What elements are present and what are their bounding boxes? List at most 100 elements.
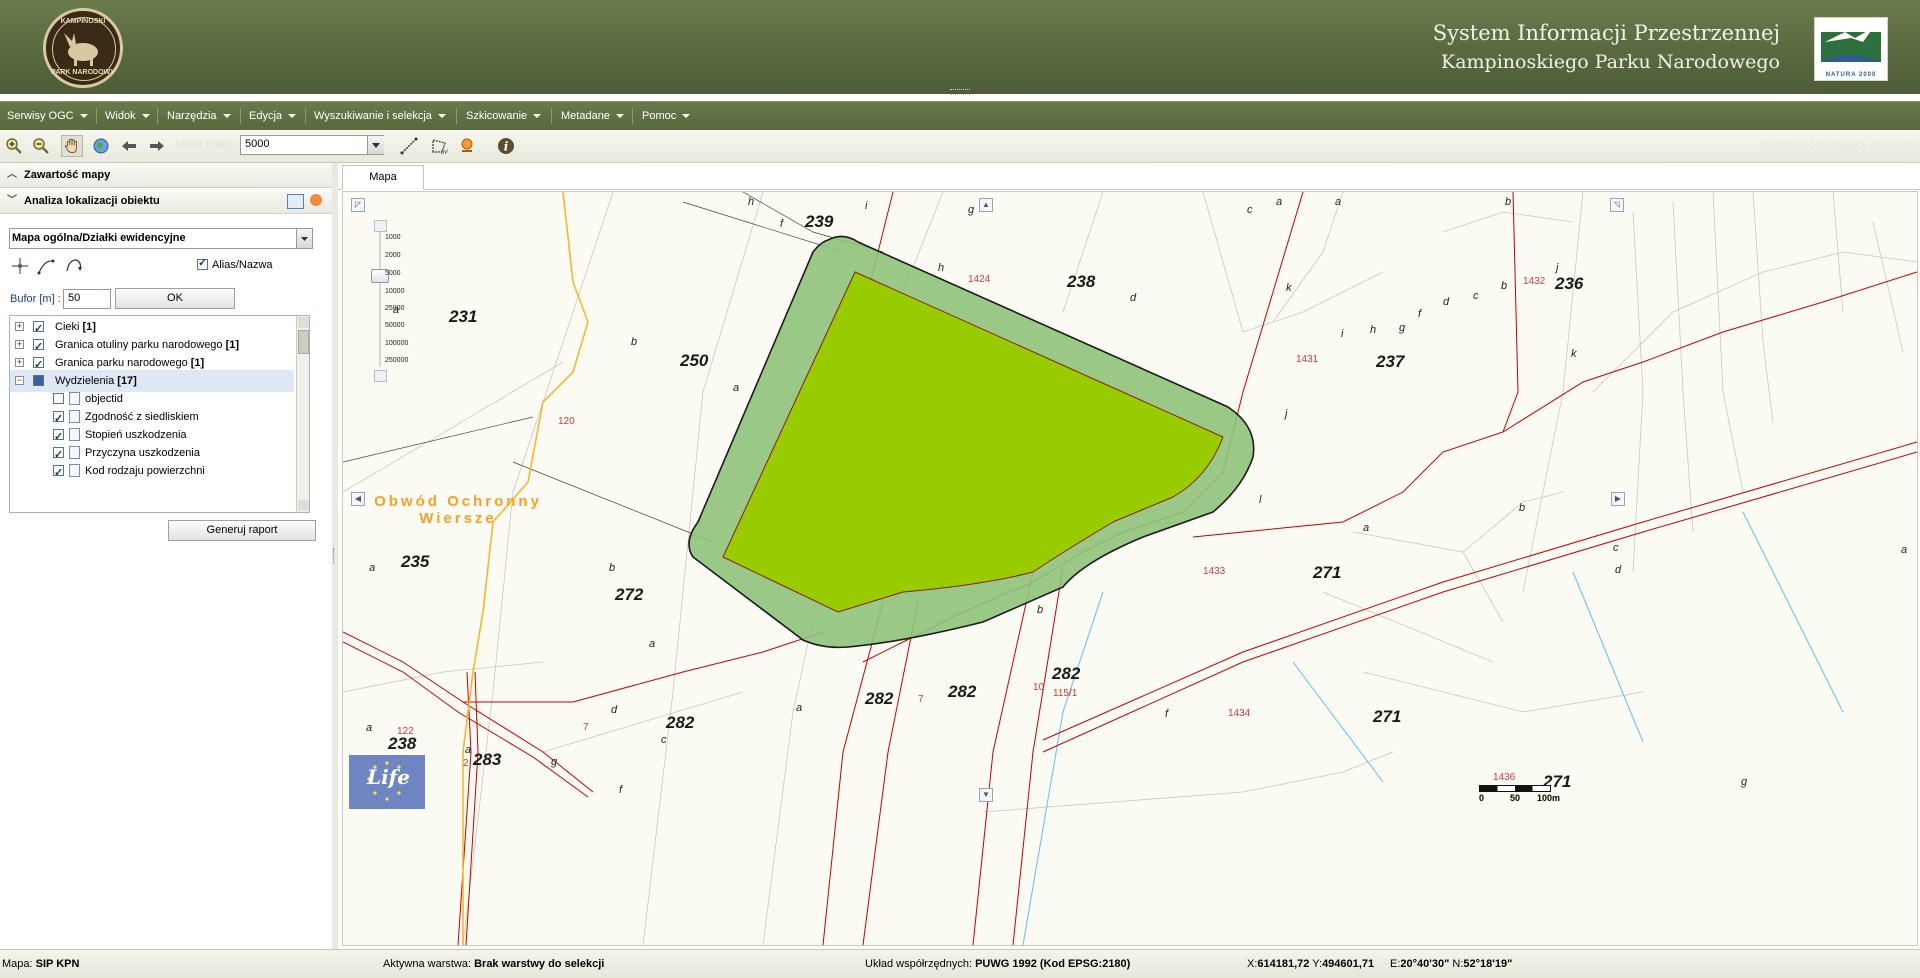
chevron-down-icon (222, 114, 231, 119)
layer-checkbox[interactable] (33, 336, 44, 358)
subdivision-letter: a (1335, 196, 1342, 208)
map-canvas[interactable]: 239 238 236 231 250 237 235 272 271 282 … (342, 191, 1918, 946)
subdivision-letter: d (611, 704, 618, 716)
scroll-thumb[interactable] (298, 330, 309, 354)
pan-northeast-icon[interactable]: ◹ (1610, 198, 1624, 212)
chevron-down-icon[interactable] (367, 136, 384, 154)
select-point-tool-icon[interactable] (10, 256, 30, 276)
header-collapse-handle[interactable] (950, 89, 970, 95)
forward-arrow-icon[interactable] (148, 137, 166, 155)
subdivision-letter: a (465, 744, 472, 756)
pan-north-icon[interactable]: ▲ (979, 198, 993, 212)
measure-length-icon[interactable] (400, 137, 418, 155)
generate-report-button[interactable]: Generuj raport (168, 520, 316, 541)
zoom-slider-up-icon[interactable] (374, 220, 387, 232)
pan-south-icon[interactable]: ▼ (979, 788, 993, 802)
zoom-out-icon[interactable] (32, 137, 50, 155)
pan-west-icon[interactable]: ◀ (351, 492, 365, 506)
plot-number: 271 (1373, 707, 1402, 726)
subdivision-letter: d (1615, 564, 1622, 576)
menu-narzedzia[interactable]: Narzędzia (167, 102, 231, 130)
info-icon[interactable]: i (497, 137, 515, 155)
expand-icon[interactable]: + (15, 322, 24, 331)
subdivision-letter: c (661, 734, 667, 746)
menu-pomoc[interactable]: Pomoc (642, 102, 691, 130)
chevron-down-icon: ﹀ (7, 195, 17, 206)
location-analysis-panel-header[interactable]: ﹀ Analiza lokalizacji obiektu (0, 189, 332, 214)
zoom-scale-label[interactable]: 5000 (385, 270, 401, 277)
select-polygon-tool-icon[interactable] (64, 256, 84, 276)
menu-widok[interactable]: Widok (105, 102, 150, 130)
zoom-scale-label[interactable]: 250000 (385, 357, 408, 364)
select-line-tool-icon[interactable] (36, 256, 56, 276)
tree-scrollbar[interactable] (296, 316, 309, 512)
layer-checkbox[interactable] (33, 354, 44, 376)
field-checkbox[interactable] (53, 462, 64, 484)
parcel-number: 2 (463, 758, 469, 769)
tree-field-kod-rodzaju[interactable]: Kod rodzaju powierzchni (10, 460, 294, 484)
map-content-panel-header[interactable]: ︿ Zawartość mapy (0, 163, 332, 188)
field-document-icon (69, 428, 80, 441)
field-checkbox[interactable] (53, 393, 64, 404)
expand-icon[interactable]: + (15, 340, 24, 349)
alias-checkbox[interactable] (197, 256, 208, 270)
alias-label: Alias/Nazwa (212, 259, 273, 271)
field-document-icon (69, 446, 80, 459)
pan-east-icon[interactable]: ▶ (1611, 492, 1625, 506)
zoom-scale-label[interactable]: 100000 (385, 340, 408, 347)
subdivision-letter: b (1037, 604, 1044, 616)
zoom-slider-down-icon[interactable] (374, 370, 387, 382)
menu-metadane[interactable]: Metadane (561, 102, 624, 130)
status-geographic-coordinates: E:20°40'30" N:52°18'19" (1390, 958, 1513, 970)
zoom-slider-track[interactable] (379, 232, 381, 367)
layer-checkbox-partial[interactable] (33, 375, 44, 386)
scale-bar-label: 50 (1510, 793, 1521, 803)
close-icon[interactable] (310, 194, 322, 206)
protection-district-label: Obwód Ochronny Wiersze (374, 493, 542, 527)
menu-szkicowanie[interactable]: Szkicowanie (466, 102, 542, 130)
window-icon[interactable] (287, 194, 304, 209)
zoom-scale-label[interactable]: 2000 (385, 252, 401, 259)
plot-number: 237 (1376, 352, 1405, 371)
back-arrow-icon[interactable] (120, 137, 138, 155)
collapse-icon[interactable]: − (15, 376, 24, 385)
scroll-up-icon[interactable] (298, 317, 309, 328)
layer-checkbox[interactable] (33, 318, 44, 340)
pan-northwest-icon[interactable]: ◸ (351, 198, 365, 212)
scroll-down-icon[interactable] (298, 500, 309, 511)
tab-mapa[interactable]: Mapa (342, 165, 424, 190)
pan-hand-icon[interactable] (61, 135, 83, 157)
full-extent-globe-icon[interactable] (92, 137, 110, 155)
zoom-scale-label[interactable]: 50000 (385, 322, 404, 329)
menu-wyszukiwanie[interactable]: Wyszukiwanie i selekcja (314, 102, 446, 130)
field-checkbox[interactable] (53, 408, 64, 430)
measure-area-icon[interactable]: m² (430, 137, 448, 155)
ok-button[interactable]: OK (115, 288, 235, 309)
field-checkbox[interactable] (53, 444, 64, 466)
field-checkbox[interactable] (53, 426, 64, 448)
subdivision-letter: h (1370, 324, 1377, 336)
menu-serwisy-ogc[interactable]: Serwisy OGC (7, 102, 88, 130)
chevron-up-icon: ︿ (7, 169, 17, 180)
layer-select[interactable]: Mapa ogólna/Działki ewidencyjne (9, 228, 313, 249)
login-status-link[interactable]: Jesteś niezalogowany (Zaloguj) (1760, 140, 1914, 152)
scale-select[interactable]: 5000 (240, 135, 384, 155)
menu-edycja[interactable]: Edycja (249, 102, 297, 130)
zoom-scale-label[interactable]: 25000 (385, 305, 404, 312)
zoom-scale-label[interactable]: 1000 (385, 234, 401, 241)
zoom-in-icon[interactable] (5, 137, 23, 155)
chevron-down-icon (682, 114, 691, 119)
parcel-number: 7 (583, 722, 589, 733)
clear-measure-icon[interactable] (458, 137, 476, 155)
splitter-handle[interactable] (333, 548, 337, 564)
expand-icon[interactable]: + (15, 358, 24, 367)
svg-text:i: i (504, 140, 509, 154)
plot-number: 283 (473, 750, 502, 769)
buffer-input[interactable]: 50 (63, 289, 111, 309)
subdivision-letter: j (1285, 408, 1288, 420)
field-document-icon (69, 410, 80, 423)
main-menu-bar: Serwisy OGC Widok Narzędzia Edycja Wyszu… (0, 101, 1920, 131)
zoom-scale-label[interactable]: 10000 (385, 288, 404, 295)
subdivision-letter: a (1276, 196, 1283, 208)
chevron-down-icon (79, 114, 88, 119)
